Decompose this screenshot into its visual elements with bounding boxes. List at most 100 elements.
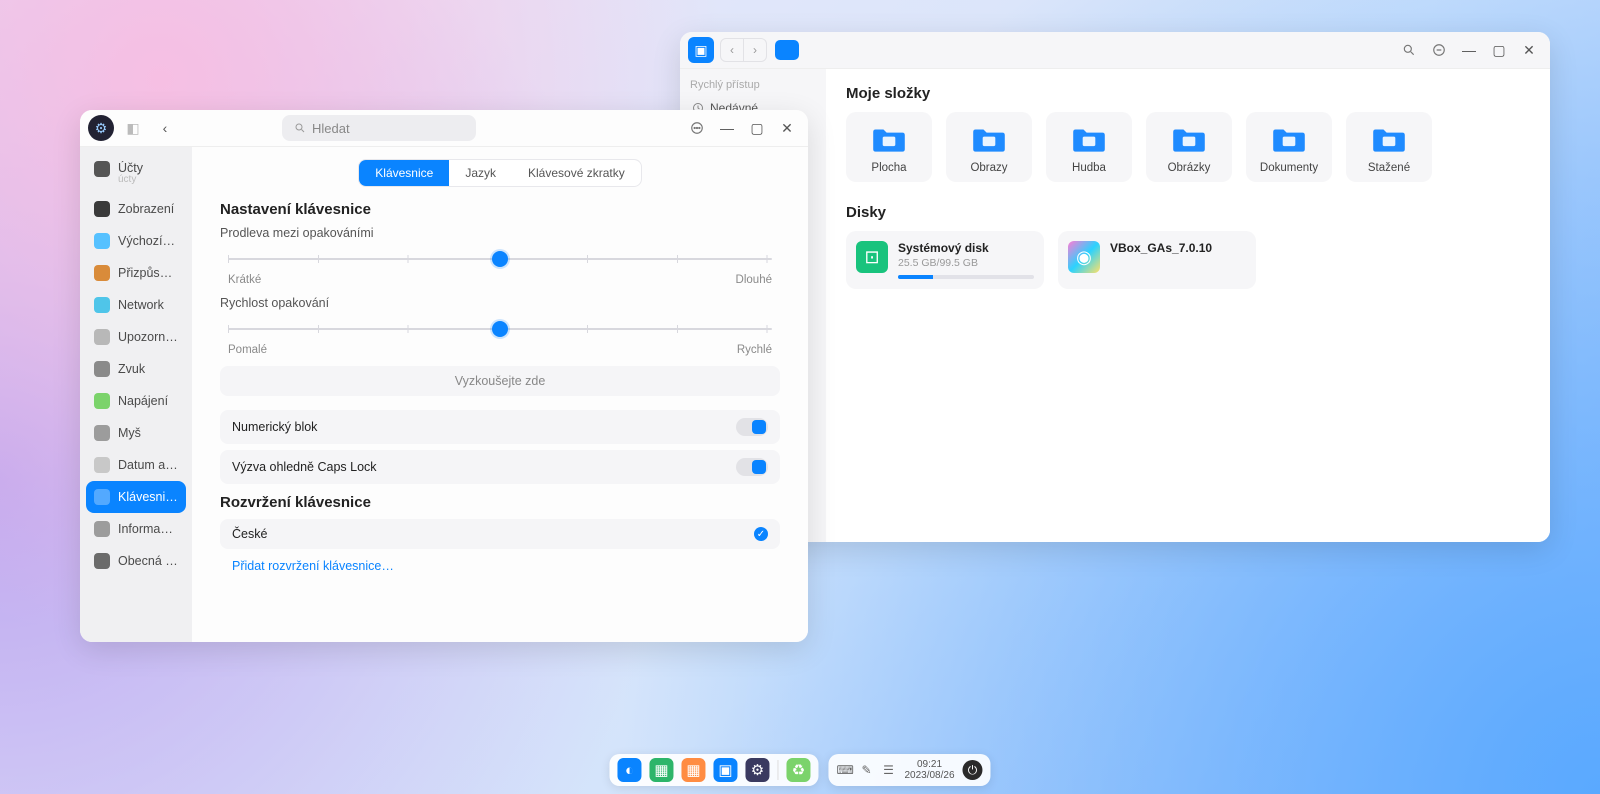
numlock-toggle[interactable] (736, 418, 768, 436)
search-icon (294, 122, 306, 134)
tray-time: 09:21 (904, 759, 954, 770)
network-icon (94, 297, 110, 313)
sidebar-item-defaults[interactable]: Výchozí pr… (86, 225, 186, 257)
folder-music[interactable]: Hudba (1046, 112, 1132, 182)
tray: ⌨ ✎ ☰ 09:21 2023/08/26 ⏻ (828, 754, 990, 786)
maximize-button[interactable]: ▢ (1486, 37, 1512, 63)
section-keyboard-settings: Nastavení klávesnice (220, 201, 780, 218)
sound-icon (94, 361, 110, 377)
capslock-prompt-row: Výzva ohledně Caps Lock (220, 450, 780, 484)
folder-label: Obrazy (970, 162, 1007, 174)
folder-documents[interactable]: Dokumenty (1246, 112, 1332, 182)
settings-content: KlávesniceJazykKlávesové zkratky Nastave… (192, 147, 808, 642)
sidebar-item-label: Informace … (118, 522, 178, 536)
numlock-row: Numerický blok (220, 410, 780, 444)
sidebar-item-keyboard[interactable]: Klávesnice… (86, 481, 186, 513)
settings-sidebar: ÚčtyúctyZobrazeníVýchozí pr… Přizpůsob… Ne… (80, 147, 192, 642)
search-input[interactable]: Hledat (282, 115, 476, 141)
tray-indicator-2[interactable]: ☰ (880, 763, 896, 777)
sidebar-item-sound[interactable]: Zvuk (86, 353, 186, 385)
sidebar-item-label: Myš (118, 426, 141, 440)
tab-language[interactable]: Jazyk (449, 160, 512, 186)
settings-window: ⚙ ◧ ‹ Hledat — ▢ ✕ ÚčtyúctyZobrazeníVých… (80, 110, 808, 642)
notifications-icon (94, 329, 110, 345)
display-icon (94, 201, 110, 217)
repeat-delay-max: Dlouhé (736, 274, 772, 286)
slider-thumb[interactable] (492, 251, 508, 267)
disk-vbox[interactable]: ◉VBox_GAs_7.0.10 (1058, 231, 1256, 289)
tray-clock[interactable]: 09:21 2023/08/26 (904, 759, 954, 781)
folder-desktop[interactable]: Plocha (846, 112, 932, 182)
breadcrumb-current[interactable] (775, 40, 799, 60)
sidebar-item-accounts[interactable]: Účtyúcty (86, 153, 186, 193)
dock: ◐ ▦ ▦ ▣ ⚙ ♻ ⌨ ✎ ☰ 09:21 2023/08/26 ⏻ (609, 754, 990, 786)
dock-app-spreadsheet[interactable]: ▦ (649, 758, 673, 782)
sidebar-item-label: Zvuk (118, 362, 145, 376)
sidebar-item-label: Přizpůsob… (118, 266, 178, 280)
sidebar-item-datetime[interactable]: Datum a čas (86, 449, 186, 481)
repeat-rate-slider[interactable] (228, 318, 772, 340)
sidebar-item-personalize[interactable]: Přizpůsob… (86, 257, 186, 289)
sidebar-item-label: Upozornění (118, 330, 178, 344)
repeat-delay-label: Prodleva mezi opakováními (220, 226, 780, 240)
dock-app-launcher[interactable]: ◐ (617, 758, 641, 782)
sidebar-item-power[interactable]: Napájení (86, 385, 186, 417)
repeat-rate-block: Rychlost opakování Pomalé Rychlé (220, 296, 780, 356)
datetime-icon (94, 457, 110, 473)
more-icon[interactable] (1426, 37, 1452, 63)
sidebar-item-mouse[interactable]: Myš (86, 417, 186, 449)
power-icon[interactable]: ⏻ (963, 760, 983, 780)
maximize-button[interactable]: ▢ (744, 115, 770, 141)
disk-icon: ⊡ (856, 241, 888, 273)
sidebar-item-general[interactable]: Obecná na… (86, 545, 186, 577)
search-icon[interactable] (1396, 37, 1422, 63)
tab-keyboard[interactable]: Klávesnice (359, 160, 449, 186)
repeat-rate-label: Rychlost opakování (220, 296, 780, 310)
disk-system[interactable]: ⊡Systémový disk25.5 GB/99.5 GB (846, 231, 1044, 289)
folder-downloads[interactable]: Stažené (1346, 112, 1432, 182)
dock-app-grid[interactable]: ▦ (681, 758, 705, 782)
folder-label: Hudba (1072, 162, 1106, 174)
dock-app-settings[interactable]: ⚙ (745, 758, 769, 782)
disk-capacity: 25.5 GB/99.5 GB (898, 257, 1034, 269)
add-layout-link[interactable]: Přidat rozvržení klávesnice… (220, 553, 406, 579)
menu-icon[interactable] (684, 115, 710, 141)
sidebar-toggle-icon[interactable]: ◧ (120, 115, 146, 141)
folder-label: Obrázky (1168, 162, 1211, 174)
sidebar-item-display[interactable]: Zobrazení (86, 193, 186, 225)
repeat-delay-min: Krátké (228, 274, 261, 286)
power-icon (94, 393, 110, 409)
back-button[interactable]: ‹ (152, 115, 178, 141)
sidebar-item-notifications[interactable]: Upozornění (86, 321, 186, 353)
capslock-prompt-toggle[interactable] (736, 458, 768, 476)
settings-titlebar: ⚙ ◧ ‹ Hledat — ▢ ✕ (80, 110, 808, 147)
tray-indicator-0[interactable]: ⌨ (836, 763, 852, 777)
repeat-delay-slider[interactable] (228, 248, 772, 270)
try-here-input[interactable]: Vyzkoušejte zde (220, 366, 780, 396)
folder-pictures[interactable]: Obrázky (1146, 112, 1232, 182)
sidebar-item-label: Účty (118, 161, 143, 175)
file-content: Moje složky PlochaObrazyHudbaObrázkyDoku… (826, 69, 1550, 542)
slider-thumb[interactable] (492, 321, 508, 337)
folder-grid: Plocha Obrazy Hudba Obrázky DokumentyStažené (846, 112, 1530, 182)
nav-back-button[interactable]: ‹ (721, 39, 743, 61)
dock-apps: ◐ ▦ ▦ ▣ ⚙ ♻ (609, 754, 818, 786)
check-icon: ✓ (754, 527, 768, 541)
disks-header: Disky (846, 204, 1530, 221)
sidebar-item-label: Napájení (118, 394, 168, 408)
folder-label: Plocha (871, 162, 906, 174)
sidebar-item-network[interactable]: Network (86, 289, 186, 321)
sidebar-item-label: Datum a čas (118, 458, 178, 472)
layout-row[interactable]: České ✓ (220, 519, 780, 549)
close-button[interactable]: ✕ (1516, 37, 1542, 63)
tab-shortcuts[interactable]: Klávesové zkratky (512, 160, 641, 186)
close-button[interactable]: ✕ (774, 115, 800, 141)
dock-app-files[interactable]: ▣ (713, 758, 737, 782)
tray-indicator-1[interactable]: ✎ (858, 763, 874, 777)
nav-forward-button[interactable]: › (743, 39, 766, 61)
dock-app-trash[interactable]: ♻ (786, 758, 810, 782)
minimize-button[interactable]: — (714, 115, 740, 141)
minimize-button[interactable]: — (1456, 37, 1482, 63)
folder-pictures_alt[interactable]: Obrazy (946, 112, 1032, 182)
sidebar-item-sysinfo[interactable]: Informace … (86, 513, 186, 545)
